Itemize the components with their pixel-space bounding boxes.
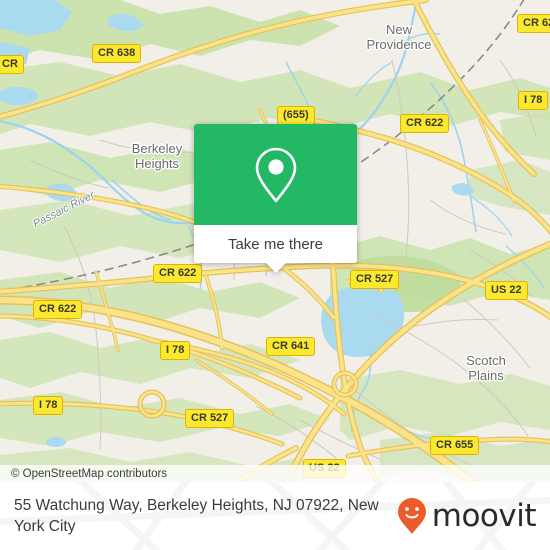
road-shield: CR 655	[430, 436, 480, 455]
footer-bar: 55 Watchung Way, Berkeley Heights, NJ 07…	[0, 482, 550, 550]
road-shield: US 22	[485, 281, 528, 300]
map-screen: New Providence Berkeley Heights Scotch Plai…	[0, 0, 550, 550]
moovit-smiley-pin-icon	[397, 498, 426, 534]
map-attribution: © OpenStreetMap contributors	[0, 465, 550, 482]
road-shield: CR 527	[350, 270, 400, 289]
footer-content: 55 Watchung Way, Berkeley Heights, NJ 07…	[0, 482, 550, 550]
road-shield: CR 62	[517, 14, 550, 33]
attribution-text: © OpenStreetMap contributors	[11, 467, 168, 480]
road-shield: CR 641	[266, 337, 316, 356]
road-shield: CR 622	[33, 300, 83, 319]
popup-pin-panel	[194, 124, 357, 225]
road-shield: CR	[0, 55, 24, 74]
road-shield: (655)	[277, 106, 315, 125]
road-shield: CR 527	[185, 409, 235, 428]
road-shield: CR 638	[92, 44, 142, 63]
map-viewport[interactable]: New Providence Berkeley Heights Scotch Plai…	[0, 0, 550, 482]
moovit-wordmark: moovit	[431, 497, 537, 534]
location-pin-icon	[255, 147, 296, 202]
popup-body: Take me there	[194, 124, 357, 263]
popup-tail	[265, 263, 286, 273]
road-shield: I 78	[518, 91, 549, 110]
destination-popup[interactable]: Take me there	[194, 124, 357, 273]
take-me-there-label: Take me there	[227, 235, 324, 253]
address-text: 55 Watchung Way, Berkeley Heights, NJ 07…	[14, 497, 379, 535]
road-shield: I 78	[160, 341, 191, 360]
road-shield: CR 622	[400, 114, 450, 133]
road-shield: I 78	[33, 396, 64, 415]
moovit-brand[interactable]: moovit	[397, 497, 537, 535]
take-me-there-button[interactable]: Take me there	[194, 225, 357, 263]
road-shield: CR 622	[153, 264, 203, 283]
